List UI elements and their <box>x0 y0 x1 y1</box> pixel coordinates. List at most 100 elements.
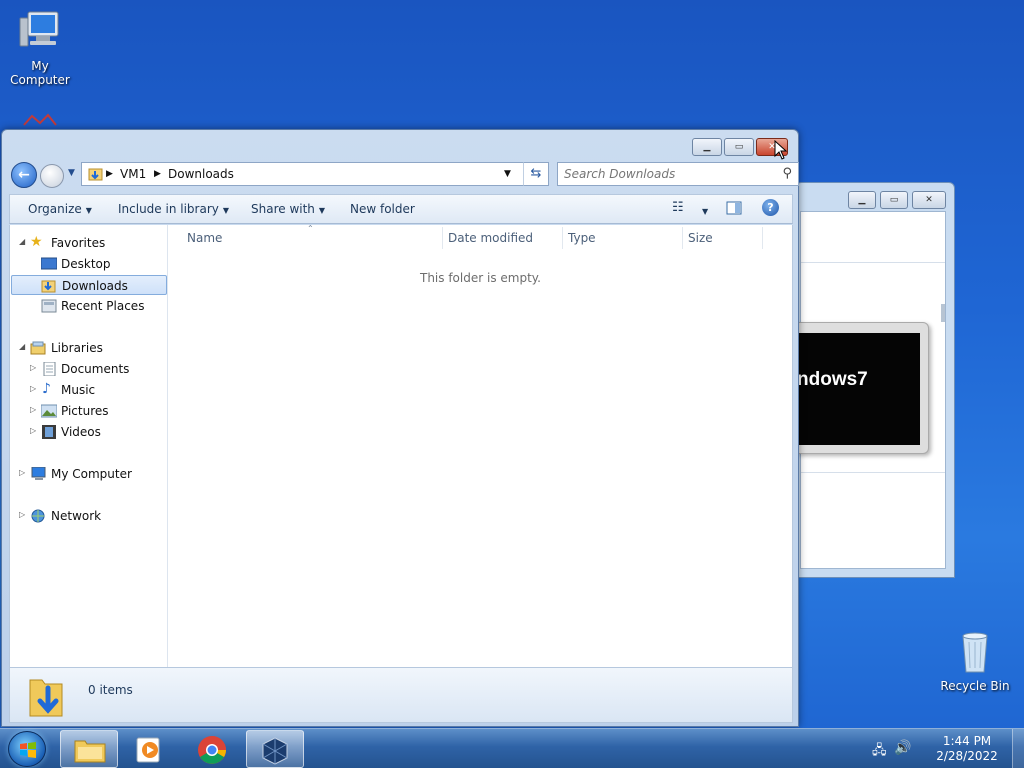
minimize-button[interactable]: ▁ <box>848 191 876 209</box>
maximize-button[interactable]: ▭ <box>724 138 754 156</box>
recycle-bin-icon <box>962 632 988 673</box>
nav-label: Network <box>51 509 102 523</box>
address-dropdown[interactable]: ▼ <box>504 169 511 179</box>
network-icon <box>31 509 45 523</box>
explorer-window[interactable]: ▁ ▭ ✕ ← ▼ ▶ VM1 ▶ Downloads ▼ ⇆ ⚲ Organi… <box>1 129 799 727</box>
nav-label: My Computer <box>51 467 132 481</box>
expand-arrow-icon[interactable]: ▷ <box>30 363 36 372</box>
nav-downloads[interactable]: Downloads <box>11 275 167 295</box>
address-bar[interactable]: ▶ VM1 ▶ Downloads ▼ <box>81 162 545 186</box>
background-window-content: ndows7 <box>797 211 946 569</box>
chevron-down-icon: ▼ <box>702 207 709 216</box>
maximize-button[interactable]: ▭ <box>880 191 908 209</box>
desktop-icon-my-computer[interactable]: My Computer <box>0 10 80 87</box>
collapse-arrow-icon[interactable]: ◢ <box>19 342 25 351</box>
expand-arrow-icon[interactable]: ▷ <box>30 426 36 435</box>
expand-arrow-icon[interactable]: ▷ <box>19 510 25 519</box>
chrome-icon <box>198 736 226 764</box>
media-player-icon <box>136 737 160 763</box>
breadcrumb-separator[interactable]: ▶ <box>106 169 113 179</box>
divider <box>801 262 945 263</box>
partial-desktop-icon <box>20 113 60 127</box>
desktop-icon-label: My Computer <box>10 59 70 87</box>
nav-label: Downloads <box>62 279 128 293</box>
organize-label: Organize <box>28 202 82 216</box>
refresh-icon: ⇆ <box>530 166 542 181</box>
help-button[interactable]: ? <box>762 199 779 216</box>
minimize-icon: ▁ <box>858 195 866 205</box>
column-separator[interactable] <box>682 227 683 249</box>
file-list[interactable]: ⌃ Name Date modified Type Size This fold… <box>169 224 792 667</box>
nav-label: Videos <box>61 425 101 439</box>
taskbar-media-player[interactable] <box>122 730 180 768</box>
clock-date: 2/28/2022 <box>936 749 998 763</box>
volume-icon[interactable]: 🔊 <box>894 740 911 756</box>
background-window[interactable]: ▁ ▭ ✕ ndows7 <box>795 182 955 578</box>
change-view-button[interactable]: ☷ <box>672 200 684 215</box>
brand-text: ndows7 <box>797 369 868 390</box>
expand-arrow-icon[interactable]: ▷ <box>30 384 36 393</box>
column-header-size[interactable]: Size <box>688 231 713 251</box>
nav-libraries[interactable]: ◢ Libraries <box>10 338 167 358</box>
documents-icon <box>43 362 56 376</box>
column-header-name[interactable]: Name <box>187 231 222 251</box>
music-note-icon: ♪ <box>42 381 51 397</box>
collapse-arrow-icon[interactable]: ◢ <box>19 237 25 246</box>
column-header-type[interactable]: Type <box>568 231 596 251</box>
clock[interactable]: 1:44 PM 2/28/2022 <box>932 734 1002 764</box>
nav-favorites[interactable]: ◢ ★ Favorites <box>10 233 167 253</box>
preview-pane-button[interactable] <box>726 200 742 219</box>
star-icon: ★ <box>30 234 43 250</box>
divider <box>801 472 945 473</box>
expand-arrow-icon[interactable]: ▷ <box>19 468 25 477</box>
search-icon[interactable]: ⚲ <box>782 166 792 181</box>
breadcrumb-downloads[interactable]: Downloads <box>168 167 234 181</box>
command-bar: Organize ▼ Include in library ▼ Share with… <box>9 194 793 224</box>
navigation-pane[interactable]: ◢ ★ Favorites Desktop Downloads Recent P… <box>10 225 168 667</box>
desktop-icon-recycle-bin[interactable]: Recycle Bin <box>935 630 1015 693</box>
expand-arrow-icon[interactable]: ▷ <box>30 405 36 414</box>
nav-videos[interactable]: ▷ Videos <box>10 422 167 442</box>
nav-label: Pictures <box>61 404 109 418</box>
column-separator[interactable] <box>442 227 443 249</box>
search-input[interactable] <box>564 164 774 184</box>
virtualbox-icon <box>262 737 288 765</box>
start-button[interactable] <box>8 731 46 767</box>
column-header-date-modified[interactable]: Date modified <box>448 231 533 251</box>
column-separator[interactable] <box>562 227 563 249</box>
minimize-button[interactable]: ▁ <box>692 138 722 156</box>
network-status-icon[interactable]: 🖧 <box>872 741 887 763</box>
taskbar-explorer[interactable] <box>60 730 118 768</box>
maximize-icon: ▭ <box>734 142 744 152</box>
search-box[interactable]: ⚲ <box>557 162 799 186</box>
forward-button[interactable] <box>40 164 64 188</box>
refresh-button[interactable]: ⇆ <box>523 162 549 186</box>
chevron-down-icon: ▼ <box>222 206 230 215</box>
nav-network[interactable]: ▷ Network <box>10 506 167 526</box>
view-options-dropdown[interactable]: ▼ <box>698 203 708 217</box>
show-desktop-button[interactable] <box>1012 729 1024 768</box>
scrollbar-thumb[interactable] <box>941 304 945 322</box>
close-icon: ✕ <box>925 195 933 205</box>
taskbar-virtualbox[interactable] <box>246 730 304 768</box>
breadcrumb-separator[interactable]: ▶ <box>154 169 161 179</box>
nav-recent-places[interactable]: Recent Places <box>10 296 167 316</box>
nav-my-computer[interactable]: ▷ My Computer <box>10 464 167 484</box>
include-in-library-button[interactable]: Include in library ▼ <box>118 202 229 216</box>
nav-documents[interactable]: ▷ Documents <box>10 359 167 379</box>
close-button[interactable]: ✕ <box>912 191 946 209</box>
nav-pictures[interactable]: ▷ Pictures <box>10 401 167 421</box>
chevron-down-icon: ▼ <box>85 206 92 215</box>
column-separator[interactable] <box>762 227 763 249</box>
share-with-button[interactable]: Share with ▼ <box>251 202 325 216</box>
back-button[interactable]: ← <box>11 162 37 188</box>
view-details-icon: ☷ <box>672 200 684 215</box>
film-icon <box>42 425 56 439</box>
taskbar-chrome[interactable] <box>184 730 242 768</box>
organize-button[interactable]: Organize ▼ <box>28 202 92 216</box>
new-folder-button[interactable]: New folder <box>350 202 415 216</box>
nav-music[interactable]: ▷ ♪ Music <box>10 380 167 400</box>
nav-desktop[interactable]: Desktop <box>10 254 167 274</box>
recent-pages-dropdown[interactable]: ▼ <box>68 168 75 178</box>
breadcrumb-vm1[interactable]: VM1 <box>120 167 146 181</box>
